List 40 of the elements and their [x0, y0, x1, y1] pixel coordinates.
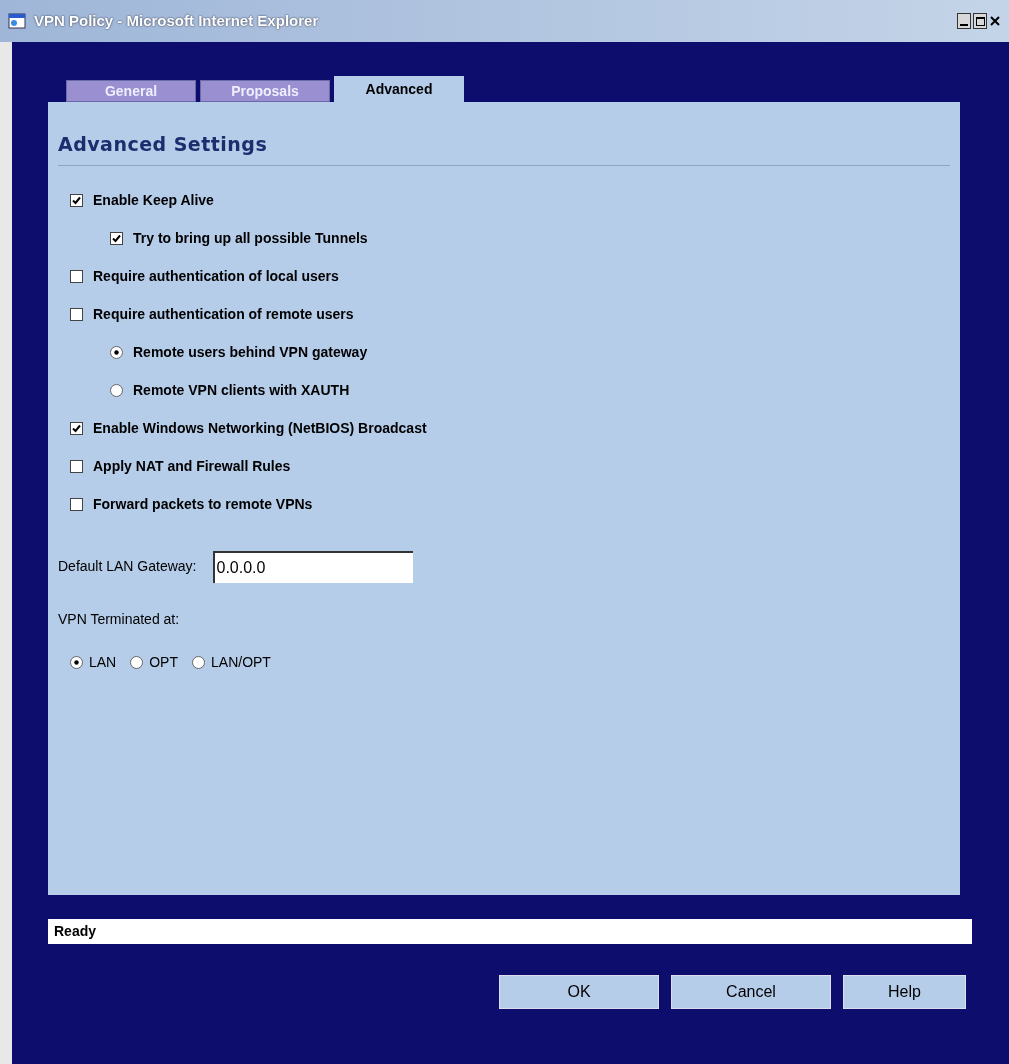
status-bar: Ready [48, 919, 972, 944]
maximize-icon [975, 16, 985, 26]
option-label: Require authentication of remote users [93, 304, 354, 324]
radio-button[interactable] [130, 655, 144, 669]
window-title: VPN Policy - Microsoft Internet Explorer [34, 10, 320, 31]
section-title: Advanced Settings [58, 130, 950, 166]
field-label: VPN Terminated at: [58, 609, 181, 629]
option-label: Try to bring up all possible Tunnels [133, 228, 368, 248]
field-label: Default LAN Gateway: [58, 557, 197, 576]
dialog-button[interactable]: Help [843, 975, 966, 1009]
radio-button[interactable] [70, 655, 83, 669]
maximize-button[interactable] [973, 13, 987, 29]
minimize-button[interactable] [957, 13, 971, 29]
checkbox[interactable] [70, 459, 83, 473]
option-label: Remote VPN clients with XAUTH [133, 380, 350, 400]
radio-button[interactable] [110, 345, 123, 359]
dialog-button[interactable]: Cancel [671, 975, 831, 1009]
tab[interactable]: Advanced [334, 76, 464, 102]
browser-window-icon [8, 12, 26, 30]
option-label: Apply NAT and Firewall Rules [93, 456, 291, 476]
option-label: Forward packets to remote VPNs [93, 494, 313, 514]
dialog-button[interactable]: OK [499, 975, 659, 1009]
checkbox[interactable] [70, 497, 83, 511]
option-label: Remote users behind VPN gateway [133, 342, 368, 362]
checkbox[interactable] [70, 269, 83, 283]
option-label: Enable Keep Alive [93, 190, 214, 210]
checkbox[interactable] [70, 421, 83, 435]
checkbox[interactable] [110, 231, 123, 245]
radio-button[interactable] [110, 383, 123, 397]
minimize-icon [960, 24, 968, 26]
option-label: OPT [149, 652, 178, 672]
close-icon [990, 16, 1000, 26]
gateway-input[interactable]: 0.0.0.0 [212, 550, 413, 583]
option-label: Enable Windows Networking (NetBIOS) Broadcast [93, 418, 427, 438]
checkbox[interactable] [70, 193, 83, 207]
option-label: LAN/OPT [211, 652, 271, 672]
checkbox[interactable] [70, 307, 83, 321]
option-label: Require authentication of local users [93, 266, 339, 286]
radio-button[interactable] [192, 655, 205, 669]
option-label: LAN [89, 652, 117, 672]
